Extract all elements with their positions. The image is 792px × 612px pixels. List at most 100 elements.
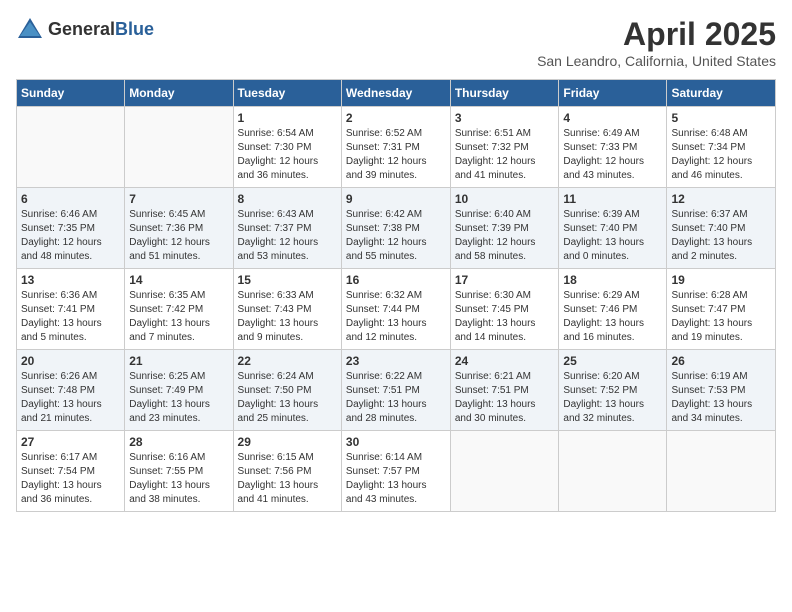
calendar-day: 26Sunrise: 6:19 AMSunset: 7:53 PMDayligh… — [667, 350, 776, 431]
day-info: and 14 minutes. — [455, 331, 555, 345]
day-info: and 32 minutes. — [563, 412, 662, 426]
day-info: and 21 minutes. — [21, 412, 120, 426]
calendar-day: 12Sunrise: 6:37 AMSunset: 7:40 PMDayligh… — [667, 188, 776, 269]
day-of-week-header: Saturday — [667, 80, 776, 107]
calendar-empty — [667, 431, 776, 512]
calendar-day: 11Sunrise: 6:39 AMSunset: 7:40 PMDayligh… — [559, 188, 667, 269]
day-info: Sunset: 7:55 PM — [129, 465, 228, 479]
day-info: Sunrise: 6:16 AM — [129, 451, 228, 465]
day-info: and 9 minutes. — [238, 331, 337, 345]
day-info: and 16 minutes. — [563, 331, 662, 345]
day-info: Daylight: 12 hours — [129, 236, 228, 250]
day-info: Sunrise: 6:40 AM — [455, 208, 555, 222]
day-number: 10 — [455, 192, 555, 206]
day-info: Sunrise: 6:48 AM — [671, 127, 771, 141]
calendar-day: 9Sunrise: 6:42 AMSunset: 7:38 PMDaylight… — [341, 188, 450, 269]
calendar-day: 14Sunrise: 6:35 AMSunset: 7:42 PMDayligh… — [125, 269, 233, 350]
day-number: 15 — [238, 273, 337, 287]
day-info: Daylight: 13 hours — [455, 398, 555, 412]
day-info: Sunrise: 6:33 AM — [238, 289, 337, 303]
calendar-day: 10Sunrise: 6:40 AMSunset: 7:39 PMDayligh… — [450, 188, 559, 269]
day-info: Sunrise: 6:42 AM — [346, 208, 446, 222]
day-info: Sunset: 7:56 PM — [238, 465, 337, 479]
day-info: Sunrise: 6:29 AM — [563, 289, 662, 303]
day-info: and 51 minutes. — [129, 250, 228, 264]
day-number: 7 — [129, 192, 228, 206]
day-info: and 58 minutes. — [455, 250, 555, 264]
day-info: Sunset: 7:44 PM — [346, 303, 446, 317]
day-number: 17 — [455, 273, 555, 287]
day-number: 26 — [671, 354, 771, 368]
calendar-header: SundayMondayTuesdayWednesdayThursdayFrid… — [17, 80, 776, 107]
day-info: Daylight: 12 hours — [238, 236, 337, 250]
day-info: and 34 minutes. — [671, 412, 771, 426]
day-info: and 5 minutes. — [21, 331, 120, 345]
day-info: Sunset: 7:43 PM — [238, 303, 337, 317]
calendar-day: 28Sunrise: 6:16 AMSunset: 7:55 PMDayligh… — [125, 431, 233, 512]
day-info: Daylight: 13 hours — [671, 317, 771, 331]
calendar-day: 20 Sunrise: 6:26 AMSunset: 7:48 PMDayligh… — [17, 350, 125, 431]
day-info: and 12 minutes. — [346, 331, 446, 345]
day-info: Sunrise: 6:20 AM — [563, 370, 662, 384]
day-info: Sunrise: 6:19 AM — [671, 370, 771, 384]
day-number: 29 — [238, 435, 337, 449]
day-info: Sunset: 7:48 PM — [21, 384, 120, 398]
day-info: Sunrise: 6:43 AM — [238, 208, 337, 222]
calendar-day: 13Sunrise: 6:36 AMSunset: 7:41 PMDayligh… — [17, 269, 125, 350]
day-info: Daylight: 13 hours — [563, 398, 662, 412]
day-number: 8 — [238, 192, 337, 206]
day-info: Sunset: 7:39 PM — [455, 222, 555, 236]
calendar-body: 1Sunrise: 6:54 AMSunset: 7:30 PMDaylight… — [17, 107, 776, 512]
day-info: Daylight: 12 hours — [346, 155, 446, 169]
day-number: 9 — [346, 192, 446, 206]
day-info: Sunset: 7:54 PM — [21, 465, 120, 479]
calendar-empty — [125, 107, 233, 188]
day-info: and 55 minutes. — [346, 250, 446, 264]
calendar-day: 16Sunrise: 6:32 AMSunset: 7:44 PMDayligh… — [341, 269, 450, 350]
day-info: and 39 minutes. — [346, 169, 446, 183]
day-number: 19 — [671, 273, 771, 287]
calendar-week-row: 1Sunrise: 6:54 AMSunset: 7:30 PMDaylight… — [17, 107, 776, 188]
day-info: Sunrise: 6:35 AM — [129, 289, 228, 303]
day-info: Sunrise: 6:26 AM — [21, 370, 120, 384]
day-info: Daylight: 13 hours — [346, 317, 446, 331]
day-info: Sunset: 7:51 PM — [455, 384, 555, 398]
day-number: 1 — [238, 111, 337, 125]
calendar-day: 2Sunrise: 6:52 AMSunset: 7:31 PMDaylight… — [341, 107, 450, 188]
day-info: Sunrise: 6:17 AM — [21, 451, 120, 465]
title-area: April 2025 San Leandro, California, Unit… — [537, 16, 776, 69]
day-info: Sunset: 7:45 PM — [455, 303, 555, 317]
calendar-week-row: 6Sunrise: 6:46 AMSunset: 7:35 PMDaylight… — [17, 188, 776, 269]
calendar-week-row: 20Sunrise: 6:26 AMSunset: 7:48 PMDayligh… — [17, 350, 776, 431]
calendar-day: 23Sunrise: 6:22 AMSunset: 7:51 PMDayligh… — [341, 350, 450, 431]
day-info: Sunrise: 6:21 AM — [455, 370, 555, 384]
day-number: 6 — [21, 192, 120, 206]
header: GeneralBlue April 2025 San Leandro, Cali… — [16, 16, 776, 69]
day-info: Sunrise: 6:24 AM — [238, 370, 337, 384]
day-number: 22 — [238, 354, 337, 368]
day-info: and 0 minutes. — [563, 250, 662, 264]
day-number: 30 — [346, 435, 446, 449]
day-info: Daylight: 13 hours — [238, 479, 337, 493]
day-number: 24 — [455, 354, 555, 368]
day-info: Sunset: 7:47 PM — [671, 303, 771, 317]
day-info: Daylight: 13 hours — [238, 317, 337, 331]
day-number: 13 — [21, 273, 120, 287]
day-info: and 30 minutes. — [455, 412, 555, 426]
day-number: 20 — [21, 354, 120, 368]
day-info: Daylight: 13 hours — [21, 398, 120, 412]
day-number: 25 — [563, 354, 662, 368]
day-info: and 38 minutes. — [129, 493, 228, 507]
day-info: Daylight: 13 hours — [671, 236, 771, 250]
day-info: Sunrise: 6:54 AM — [238, 127, 337, 141]
day-info: Sunset: 7:42 PM — [129, 303, 228, 317]
day-info: and 23 minutes. — [129, 412, 228, 426]
day-info: Sunset: 7:40 PM — [671, 222, 771, 236]
logo: GeneralBlue — [16, 16, 154, 44]
day-info: and 41 minutes. — [238, 493, 337, 507]
day-info: and 46 minutes. — [671, 169, 771, 183]
header-row: SundayMondayTuesdayWednesdayThursdayFrid… — [17, 80, 776, 107]
day-info: Sunset: 7:41 PM — [21, 303, 120, 317]
day-info: Sunset: 7:57 PM — [346, 465, 446, 479]
day-info: Daylight: 12 hours — [455, 155, 555, 169]
